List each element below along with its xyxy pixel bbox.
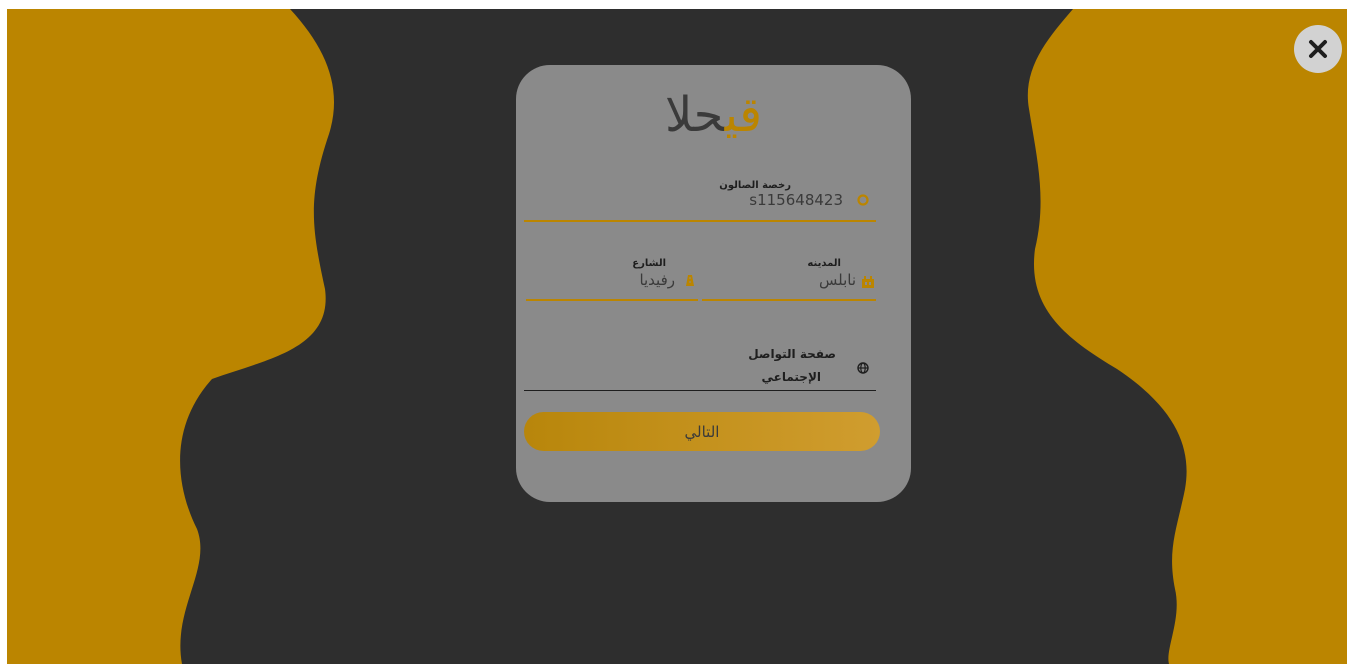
left-wave (7, 9, 335, 664)
license-input[interactable]: s115648423 (643, 191, 843, 209)
right-wave (1027, 9, 1347, 664)
city-label: المدينه (807, 258, 841, 269)
social-label-line2: الإجتماعي (761, 370, 821, 384)
street-icon (682, 273, 698, 287)
street-label: الشارع (632, 258, 666, 269)
logo-accent: قي (724, 87, 763, 143)
social-label-line1: صفحة التواصل (748, 347, 836, 361)
globe-icon (856, 361, 870, 375)
next-button-label: التالي (684, 422, 720, 441)
license-label: رخصة الصالون (719, 180, 791, 191)
close-icon (1309, 40, 1327, 58)
signup-card: قيحلا رخصة الصالون s115648423 المدينه نا… (516, 65, 911, 502)
settings-icon (856, 193, 870, 207)
city-input[interactable]: نابلس (736, 271, 856, 289)
street-input[interactable]: رفيديا (555, 271, 675, 289)
city-underline (702, 299, 876, 301)
street-underline (526, 299, 698, 301)
close-button[interactable] (1294, 25, 1342, 73)
license-underline (524, 220, 876, 222)
app-logo: قيحلا (516, 85, 911, 145)
next-button[interactable]: التالي (524, 412, 880, 451)
logo-dark: حلا (664, 87, 725, 143)
city-icon (860, 273, 876, 289)
social-underline (524, 390, 876, 391)
